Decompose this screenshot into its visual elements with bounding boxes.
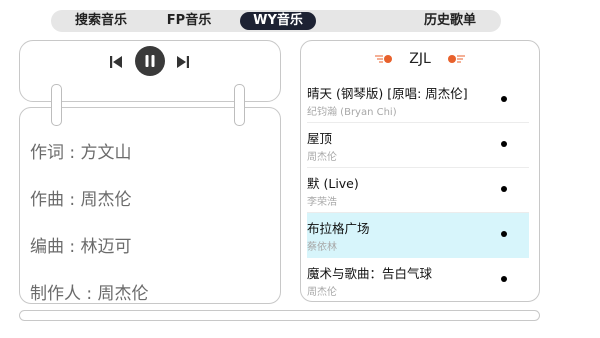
pause-button[interactable]: [134, 45, 166, 77]
song-artist: 李荣浩: [307, 197, 337, 208]
pause-icon: [145, 55, 149, 67]
song-title: 屋顶: [307, 131, 333, 146]
tab-search-music[interactable]: 搜索音乐: [65, 12, 137, 30]
credit-lyricist: 作词 : 方文山: [30, 143, 132, 163]
playlist-panel: ZJL 晴天 (钢琴版) [原唱: 周杰伦] 纪钧瀚 (Bryan Chi) 屋…: [300, 40, 540, 302]
tab-wy-music[interactable]: WY音乐: [240, 12, 316, 30]
song-item[interactable]: 默 (Live) 李荣浩: [307, 168, 529, 213]
song-menu-dot[interactable]: [501, 186, 507, 192]
song-title: 魔术与歌曲：告白气球: [307, 266, 433, 281]
binder-ring-left: [51, 84, 62, 126]
credit-composer: 作曲 : 周杰伦: [30, 190, 132, 210]
next-icon[interactable]: [175, 54, 191, 70]
song-artist: 周杰伦: [307, 287, 337, 298]
right-decoration-icon: [448, 55, 465, 63]
song-title: 默 (Live): [307, 176, 359, 191]
song-title: 布拉格广场: [307, 221, 370, 236]
song-artist: 纪钧瀚 (Bryan Chi): [307, 107, 397, 118]
tab-bar: 搜索音乐 FP音乐 WY音乐 历史歌单: [51, 10, 501, 32]
song-menu-dot[interactable]: [501, 276, 507, 282]
song-item[interactable]: 魔术与歌曲：告白气球 周杰伦: [307, 258, 529, 301]
song-menu-dot[interactable]: [501, 141, 507, 147]
song-artist: 蔡依林: [307, 242, 337, 253]
song-item[interactable]: 屋顶 周杰伦: [307, 123, 529, 168]
song-menu-dot[interactable]: [501, 231, 507, 237]
tab-fp-music[interactable]: FP音乐: [157, 12, 221, 30]
credit-arranger: 编曲 : 林迈可: [30, 237, 132, 257]
tab-history-playlist[interactable]: 历史歌单: [415, 12, 485, 30]
song-item-active[interactable]: 布拉格广场 蔡依林: [307, 213, 529, 258]
playlist-title: ZJL: [409, 51, 431, 67]
song-title: 晴天 (钢琴版) [原唱: 周杰伦]: [307, 86, 468, 101]
previous-icon[interactable]: [108, 54, 124, 70]
credit-producer: 制作人 : 周杰伦: [30, 284, 149, 304]
binder-ring-right: [234, 84, 245, 126]
progress-bar[interactable]: [19, 310, 540, 321]
song-menu-dot[interactable]: [501, 96, 507, 102]
playlist-header: ZJL: [301, 41, 539, 77]
song-credits-card: 作词 : 方文山 作曲 : 周杰伦 编曲 : 林迈可 制作人 : 周杰伦: [19, 107, 281, 304]
song-item[interactable]: 晴天 (钢琴版) [原唱: 周杰伦] 纪钧瀚 (Bryan Chi): [307, 78, 529, 123]
song-artist: 周杰伦: [307, 152, 337, 163]
